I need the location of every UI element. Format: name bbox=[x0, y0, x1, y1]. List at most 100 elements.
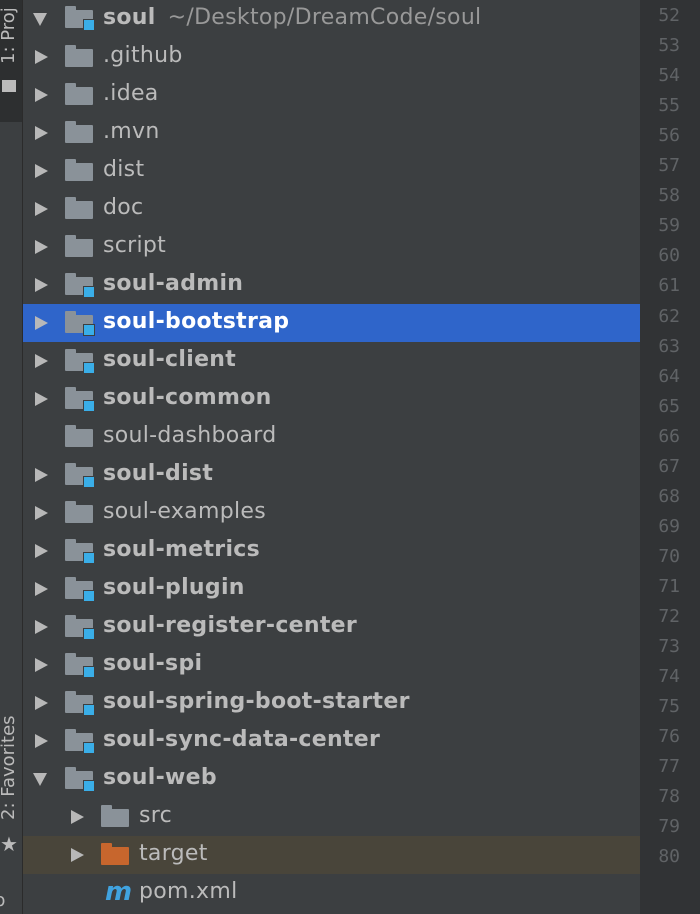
tree-item[interactable]: doc bbox=[23, 190, 640, 228]
chevron-down-icon[interactable] bbox=[33, 13, 47, 26]
module-folder-icon bbox=[65, 729, 95, 754]
tree-item[interactable]: src bbox=[23, 798, 640, 836]
tree-item[interactable]: soul-metrics bbox=[23, 532, 640, 570]
line-number: 69 bbox=[658, 515, 680, 537]
line-number: 75 bbox=[658, 696, 680, 718]
tree-item[interactable]: soul-plugin bbox=[23, 570, 640, 608]
folder-icon bbox=[65, 83, 93, 105]
tree-item-label: soul-common bbox=[103, 385, 272, 410]
tree-item[interactable]: .mvn bbox=[23, 114, 640, 152]
line-number: 76 bbox=[658, 726, 680, 748]
tree-item-label: src bbox=[139, 803, 173, 828]
tree-item-label: soul-dist bbox=[103, 461, 214, 486]
tree-item[interactable]: soul-examples bbox=[23, 494, 640, 532]
chevron-down-icon[interactable] bbox=[33, 773, 47, 786]
root-label: soul ~/Desktop/DreamCode/soul bbox=[103, 5, 482, 30]
chevron-right-icon[interactable] bbox=[35, 582, 48, 596]
project-tree[interactable]: soul ~/Desktop/DreamCode/soul .github .ide… bbox=[23, 0, 640, 914]
tree-item[interactable]: soul-client bbox=[23, 342, 640, 380]
line-number: 54 bbox=[658, 65, 680, 87]
line-number: 59 bbox=[658, 215, 680, 237]
tree-item[interactable]: soul-spi bbox=[23, 646, 640, 684]
chevron-right-icon[interactable] bbox=[35, 88, 48, 102]
module-folder-icon bbox=[65, 349, 95, 374]
chevron-right-icon[interactable] bbox=[35, 278, 48, 292]
chevron-right-icon[interactable] bbox=[35, 544, 48, 558]
line-number-gutter: 52 53 54 55 56 57 58 59 60 61 62 63 64 65 66 67 68 69 70 71… bbox=[640, 0, 700, 914]
module-folder-icon bbox=[65, 539, 95, 564]
structure-tab-partial[interactable]: b bbox=[0, 890, 5, 911]
module-folder-icon bbox=[65, 463, 95, 488]
tree-item-label: target bbox=[139, 841, 208, 866]
folder-icon bbox=[65, 501, 93, 523]
favorites-tab-label[interactable]: 2: Favorites bbox=[0, 715, 19, 820]
line-number: 74 bbox=[658, 666, 680, 688]
tree-item[interactable]: m pom.xml bbox=[23, 874, 640, 912]
chevron-right-icon[interactable] bbox=[35, 126, 48, 140]
tree-item[interactable]: .idea bbox=[23, 76, 640, 114]
line-number: 62 bbox=[658, 305, 680, 327]
chevron-right-icon[interactable] bbox=[35, 468, 48, 482]
tree-item[interactable]: .github bbox=[23, 38, 640, 76]
chevron-right-icon[interactable] bbox=[71, 848, 84, 862]
tree-item[interactable]: soul-common bbox=[23, 380, 640, 418]
module-folder-icon bbox=[65, 653, 95, 678]
chevron-right-icon[interactable] bbox=[35, 620, 48, 634]
module-folder-icon bbox=[65, 577, 95, 602]
chevron-right-icon[interactable] bbox=[35, 506, 48, 520]
tree-item-label: soul-spi bbox=[103, 651, 203, 676]
line-number: 60 bbox=[658, 245, 680, 267]
folder-icon bbox=[101, 805, 129, 827]
tree-item-label: .idea bbox=[103, 81, 159, 106]
tree-item[interactable]: script bbox=[23, 228, 640, 266]
chevron-right-icon[interactable] bbox=[35, 658, 48, 672]
chevron-right-icon[interactable] bbox=[35, 734, 48, 748]
tree-item[interactable]: soul-dist bbox=[23, 456, 640, 494]
line-number: 68 bbox=[658, 485, 680, 507]
folder-icon bbox=[65, 197, 93, 219]
tree-item[interactable]: target bbox=[23, 836, 640, 874]
tree-item-label: soul-admin bbox=[103, 271, 244, 296]
line-number: 53 bbox=[658, 35, 680, 57]
folder-icon bbox=[65, 159, 93, 181]
line-number: 80 bbox=[658, 846, 680, 868]
folder-icon bbox=[65, 235, 93, 257]
line-number: 52 bbox=[658, 5, 680, 26]
chevron-right-icon[interactable] bbox=[35, 696, 48, 710]
chevron-right-icon[interactable] bbox=[35, 316, 48, 330]
tree-root[interactable]: soul ~/Desktop/DreamCode/soul bbox=[23, 0, 640, 38]
tree-item[interactable]: soul-web bbox=[23, 760, 640, 798]
line-number: 77 bbox=[658, 756, 680, 778]
tree-item[interactable]: dist bbox=[23, 152, 640, 190]
line-number: 66 bbox=[658, 425, 680, 447]
chevron-right-icon[interactable] bbox=[35, 392, 48, 406]
chevron-right-icon[interactable] bbox=[35, 354, 48, 368]
star-icon[interactable]: ★ bbox=[0, 832, 18, 856]
folder-icon bbox=[65, 45, 93, 67]
tree-item-label: soul-spring-boot-starter bbox=[103, 689, 410, 714]
tree-item[interactable]: soul-register-center bbox=[23, 608, 640, 646]
tree-item-label: soul-register-center bbox=[103, 613, 358, 638]
tree-item[interactable]: soul-admin bbox=[23, 266, 640, 304]
tree-item-label: soul-examples bbox=[103, 499, 266, 524]
chevron-right-icon[interactable] bbox=[35, 240, 48, 254]
tree-item[interactable]: soul-spring-boot-starter bbox=[23, 684, 640, 722]
line-number: 70 bbox=[658, 545, 680, 567]
line-number: 78 bbox=[658, 786, 680, 808]
tree-item-label: soul-sync-data-center bbox=[103, 727, 381, 752]
module-folder-icon bbox=[65, 615, 95, 640]
line-number: 73 bbox=[658, 636, 680, 658]
tree-item[interactable]: soul-sync-data-center bbox=[23, 722, 640, 760]
chevron-right-icon[interactable] bbox=[35, 202, 48, 216]
tree-item[interactable]: soul-bootstrap bbox=[23, 304, 640, 342]
tree-item-label: soul-metrics bbox=[103, 537, 261, 562]
chevron-right-icon[interactable] bbox=[35, 50, 48, 64]
line-number: 64 bbox=[658, 365, 680, 387]
line-number: 71 bbox=[658, 575, 680, 597]
tree-item[interactable]: soul-dashboard bbox=[23, 418, 640, 456]
line-number: 55 bbox=[658, 95, 680, 117]
chevron-right-icon[interactable] bbox=[71, 810, 84, 824]
project-tool-tab[interactable]: 1: Proj bbox=[0, 0, 22, 122]
tree-item-label: soul-dashboard bbox=[103, 423, 277, 448]
chevron-right-icon[interactable] bbox=[35, 164, 48, 178]
